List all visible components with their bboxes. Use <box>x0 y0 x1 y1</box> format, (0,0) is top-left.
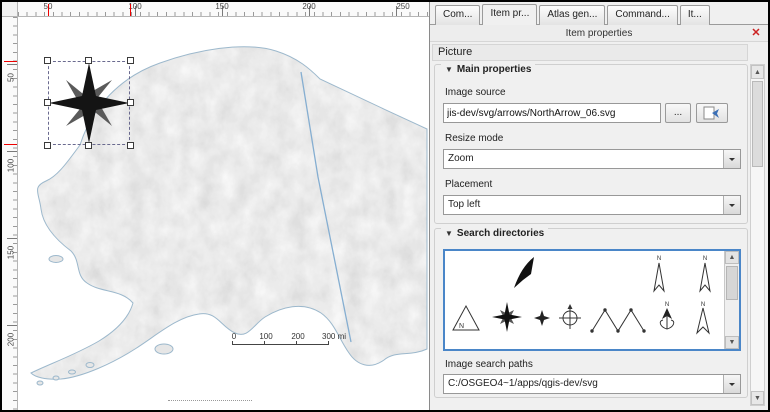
north-arrow-outline-tall-icon[interactable]: N <box>651 253 667 298</box>
resize-mode-label: Resize mode <box>445 133 504 144</box>
panel-scrollbar-thumb[interactable] <box>752 81 763 167</box>
image-search-paths-label: Image search paths <box>445 359 533 370</box>
qgis-composer-window: 50 100 150 200 250 50 100 150 200 <box>0 0 770 412</box>
resize-handle-e[interactable] <box>127 99 134 106</box>
resize-handle-w[interactable] <box>44 99 51 106</box>
circle-crosshair-icon[interactable] <box>558 303 582 334</box>
resize-handle-s[interactable] <box>85 142 92 149</box>
close-panel-icon[interactable]: ✕ <box>749 26 763 40</box>
svg-text:N: N <box>657 256 661 262</box>
ruler-label: 50 <box>6 73 16 82</box>
resize-handle-n[interactable] <box>85 57 92 64</box>
ruler-label: 150 <box>6 245 16 260</box>
panel-title: Item properties <box>430 25 768 42</box>
preview-scrollbar-thumb[interactable] <box>726 266 738 300</box>
svg-text:N: N <box>459 323 464 330</box>
scalebar-label: 200 <box>291 332 305 341</box>
main-properties-group: ▼ Main properties Image source ... Resiz… <box>434 64 748 224</box>
placement-select[interactable]: Top left <box>443 195 741 215</box>
north-arrow-outline-tall-2-icon[interactable]: N <box>697 253 713 298</box>
svg-preview-list[interactable]: N N N N N ▲ ▼ <box>443 249 741 351</box>
resize-mode-select[interactable]: Zoom <box>443 149 741 169</box>
collapse-arrow-icon: ▼ <box>445 65 453 74</box>
svg-text:N: N <box>701 302 705 308</box>
main-properties-header[interactable]: ▼ Main properties <box>441 64 536 75</box>
preview-scrollbar[interactable]: ▲ ▼ <box>724 251 739 349</box>
ruler-extent-marker <box>130 4 131 16</box>
collapse-arrow-icon: ▼ <box>445 229 453 238</box>
composer-canvas[interactable]: 0 100 200 300 mi <box>18 17 429 410</box>
scalebar-label: 300 mi <box>321 332 347 341</box>
ruler-label: 250 <box>396 2 410 11</box>
image-search-paths-value: C:/OSGEO4~1/apps/qgis-dev/svg <box>448 378 598 389</box>
ruler-label: 100 <box>6 158 16 173</box>
resize-handle-ne[interactable] <box>127 57 134 64</box>
scroll-down-icon[interactable]: ▼ <box>751 391 764 405</box>
ruler-extent-marker <box>4 144 17 145</box>
scalebar-label: 0 <box>231 332 237 341</box>
ruler-label: 200 <box>302 2 316 11</box>
resize-handle-se[interactable] <box>127 142 134 149</box>
ruler-extent-marker <box>48 4 49 16</box>
tab-atlas-generation[interactable]: Atlas gen... <box>539 5 606 25</box>
group-title: Main properties <box>456 64 532 75</box>
placement-label: Placement <box>445 179 493 190</box>
north-arrow-swoosh-icon[interactable] <box>509 254 539 295</box>
item-properties-panel: Com... Item pr... Atlas gen... Command..… <box>429 2 768 410</box>
zigzag-w-icon[interactable] <box>589 305 647 338</box>
scroll-up-icon[interactable]: ▲ <box>725 251 739 264</box>
star-4-icon[interactable] <box>533 309 551 330</box>
chevron-down-icon <box>723 196 740 214</box>
ruler-corner <box>2 2 18 17</box>
tab-composition[interactable]: Com... <box>435 5 481 25</box>
search-directories-header[interactable]: ▼ Search directories <box>441 228 549 239</box>
image-options-icon <box>703 106 719 120</box>
north-arrow-item[interactable] <box>44 57 134 149</box>
ruler-left: 50 100 150 200 <box>2 17 18 410</box>
ruler-label: 200 <box>6 332 16 347</box>
panel-tab-bar: Com... Item pr... Atlas gen... Command..… <box>435 4 710 25</box>
scroll-down-icon[interactable]: ▼ <box>725 336 739 349</box>
image-source-label: Image source <box>445 87 506 98</box>
tab-item-properties[interactable]: Item pr... <box>482 4 538 25</box>
group-title: Search directories <box>456 228 545 239</box>
resize-handle-nw[interactable] <box>44 57 51 64</box>
ruler-left-major-ticks <box>7 64 17 410</box>
search-directories-group: ▼ Search directories N N N N N ▲ ▼ Image… <box>434 228 748 398</box>
ruler-extent-marker <box>4 61 17 62</box>
svg-text:N: N <box>665 302 669 308</box>
panel-scrollbar[interactable]: ▲ ▼ <box>750 64 765 406</box>
ruler-top-major-ticks <box>48 6 429 16</box>
placement-value: Top left <box>448 199 481 210</box>
triangle-north-icon[interactable]: N <box>450 303 482 336</box>
page-margin-dots <box>168 400 252 401</box>
resize-mode-value: Zoom <box>448 153 474 164</box>
scalebar-line <box>232 341 329 345</box>
selection-outline <box>48 61 130 145</box>
ruler-top: 50 100 150 200 250 <box>18 2 429 17</box>
svg-text:N: N <box>703 256 707 262</box>
resize-handle-sw[interactable] <box>44 142 51 149</box>
image-search-paths-select[interactable]: C:/OSGEO4~1/apps/qgis-dev/svg <box>443 374 741 394</box>
scalebar-item[interactable]: 0 100 200 300 mi <box>232 332 352 345</box>
tab-command-history[interactable]: Command... <box>607 5 678 25</box>
chevron-down-icon <box>723 150 740 168</box>
tab-items[interactable]: It... <box>679 5 710 25</box>
image-options-button[interactable] <box>696 103 728 123</box>
chevron-down-icon <box>723 375 740 393</box>
picture-section-title: Picture <box>432 44 748 61</box>
ruler-label: 150 <box>215 2 229 11</box>
image-source-input[interactable] <box>443 103 661 123</box>
compass-star-8-icon[interactable] <box>491 301 523 336</box>
arrow-outline-north-icon[interactable]: N <box>691 299 715 340</box>
scroll-up-icon[interactable]: ▲ <box>751 65 764 79</box>
scalebar-label: 100 <box>259 332 273 341</box>
browse-button[interactable]: ... <box>665 103 691 123</box>
fleur-north-icon[interactable]: N <box>655 299 679 340</box>
